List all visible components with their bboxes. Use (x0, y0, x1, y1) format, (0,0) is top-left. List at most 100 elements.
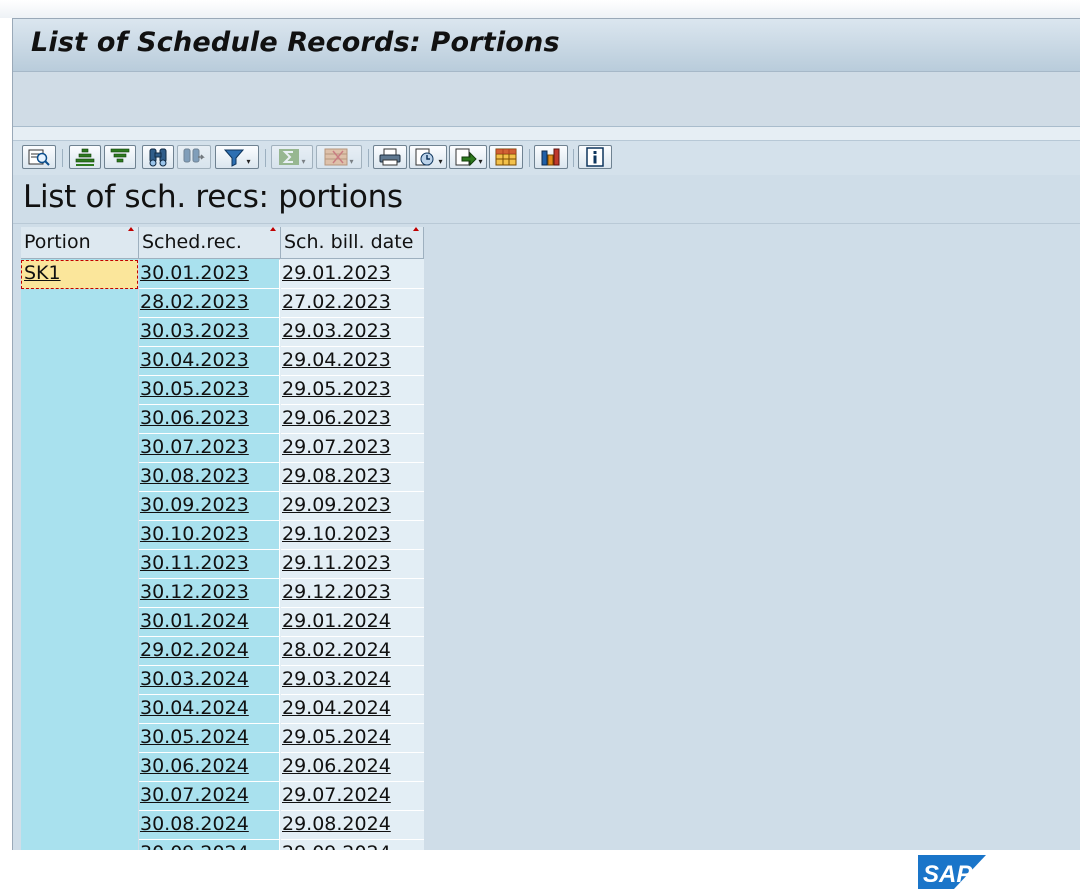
dropdown-arrow-icon: ▾ (301, 157, 306, 166)
information-icon (584, 147, 606, 167)
send-icon (453, 147, 478, 167)
sched-rec-cell[interactable]: 30.10.2023 (139, 521, 280, 550)
sort-descending-button[interactable] (104, 145, 136, 169)
information-button[interactable] (578, 145, 612, 169)
column-header-label: Portion (24, 231, 91, 253)
sched-rec-cell[interactable]: 30.06.2024 (139, 753, 280, 782)
application-toolbar (13, 72, 1080, 127)
column-header-sched-rec[interactable]: Sched.rec. (139, 227, 281, 259)
export-button[interactable]: ▾ (409, 145, 447, 169)
bill-date-cell[interactable]: 29.10.2023 (281, 521, 424, 550)
column-header-label: Sched.rec. (142, 231, 242, 253)
dropdown-arrow-icon: ▾ (246, 157, 251, 166)
column-header-portion[interactable]: Portion (21, 227, 139, 259)
sched-rec-cell[interactable]: 30.07.2023 (139, 434, 280, 463)
sched-rec-cell[interactable]: 30.06.2023 (139, 405, 280, 434)
sched-rec-cell[interactable]: 29.02.2024 (139, 637, 280, 666)
change-layout-button[interactable] (489, 145, 523, 169)
toolbar-separator (265, 149, 266, 167)
sched-rec-cell[interactable]: 30.04.2024 (139, 695, 280, 724)
column-header-row: Portion Sched.rec. Sch. bill. date (13, 223, 1080, 260)
print-preview-button[interactable] (373, 145, 407, 169)
find-next-button[interactable] (177, 145, 211, 169)
sched-rec-cell[interactable]: 30.12.2023 (139, 579, 280, 608)
bill-date-cell[interactable]: 29.07.2023 (281, 434, 424, 463)
details-icon (27, 147, 51, 167)
window-title: List of Schedule Records: Portions (31, 27, 560, 58)
dropdown-arrow-icon: ▾ (438, 157, 443, 166)
print-preview-icon (378, 147, 402, 167)
graphic-icon (539, 147, 563, 167)
column-header-bill-date[interactable]: Sch. bill. date (281, 227, 424, 259)
sched-rec-cell[interactable]: 30.07.2024 (139, 782, 280, 811)
bill-date-cell[interactable]: 29.03.2023 (281, 318, 424, 347)
sort-descending-icon (109, 147, 131, 167)
bill-date-cell[interactable]: 29.05.2023 (281, 376, 424, 405)
sort-indicator-icon (413, 227, 419, 231)
total-button[interactable]: ▾ (271, 145, 313, 169)
bill-date-cell[interactable]: 29.11.2023 (281, 550, 424, 579)
change-layout-icon (494, 147, 518, 167)
bill-date-cell[interactable]: 29.04.2023 (281, 347, 424, 376)
sched-rec-cell[interactable]: 30.03.2024 (139, 666, 280, 695)
bill-date-cell[interactable]: 29.09.2023 (281, 492, 424, 521)
bill-date-cell[interactable]: 29.12.2023 (281, 579, 424, 608)
toolbar-divider (13, 127, 1080, 140)
sched-rec-cell[interactable]: 30.05.2023 (139, 376, 280, 405)
portion-cell[interactable]: SK1 (21, 260, 138, 289)
sched-rec-cell[interactable]: 30.01.2024 (139, 608, 280, 637)
sched-rec-cell[interactable]: 30.04.2023 (139, 347, 280, 376)
bill-date-cell[interactable]: 29.08.2024 (281, 811, 424, 840)
bill-date-cell[interactable]: 29.06.2024 (281, 753, 424, 782)
toolbar-separator (62, 149, 63, 167)
details-button[interactable] (22, 145, 56, 169)
bill-date-cell[interactable]: 29.04.2024 (281, 695, 424, 724)
sched-rec-cell[interactable]: 30.08.2024 (139, 811, 280, 840)
sort-ascending-icon (74, 147, 96, 167)
sched-rec-cell[interactable]: 30.11.2023 (139, 550, 280, 579)
bill-date-cell[interactable]: 29.08.2023 (281, 463, 424, 492)
bill-date-cell[interactable]: 29.07.2024 (281, 782, 424, 811)
subtotal-icon (324, 147, 348, 167)
toolbar-separator (529, 149, 530, 167)
column-header-label: Sch. bill. date (284, 231, 414, 253)
sap-window: List of Schedule Records: Portions ▾ ▾ ▾… (12, 18, 1080, 851)
portion-column (21, 259, 138, 851)
title-bar: List of Schedule Records: Portions (13, 19, 1080, 72)
bill-date-cell[interactable]: 27.02.2023 (281, 289, 424, 318)
bill-date-cell[interactable]: 28.02.2024 (281, 637, 424, 666)
find-button[interactable] (142, 145, 174, 169)
export-icon (413, 147, 437, 167)
sort-indicator-icon (128, 227, 134, 231)
top-strip (0, 0, 1080, 18)
filter-button[interactable]: ▾ (215, 145, 259, 169)
sched-rec-cell[interactable]: 30.08.2023 (139, 463, 280, 492)
sched-rec-cell[interactable]: 30.03.2023 (139, 318, 280, 347)
find-next-icon (182, 147, 206, 167)
filter-icon (223, 147, 245, 167)
bill-date-cell[interactable]: 29.03.2024 (281, 666, 424, 695)
toolbar-separator (368, 149, 369, 167)
sched-rec-cell[interactable]: 30.05.2024 (139, 724, 280, 753)
svg-text:SAP: SAP (923, 861, 973, 888)
sap-logo: SAP (918, 855, 986, 893)
sched-rec-cell[interactable]: 28.02.2023 (139, 289, 280, 318)
bill-date-cell[interactable]: 29.06.2023 (281, 405, 424, 434)
bill-date-cell[interactable]: 29.05.2024 (281, 724, 424, 753)
list-title: List of sch. recs: portions (23, 179, 403, 215)
sort-indicator-icon (270, 227, 276, 231)
sched-rec-cell[interactable]: 30.09.2023 (139, 492, 280, 521)
toolbar-separator (573, 149, 574, 167)
send-button[interactable]: ▾ (449, 145, 487, 169)
sched-rec-cell[interactable]: 30.01.2023 (139, 260, 280, 289)
alv-toolbar: ▾ ▾ ▾ ▾ ▾ (13, 140, 1080, 175)
sort-ascending-button[interactable] (69, 145, 101, 169)
dropdown-arrow-icon: ▾ (349, 157, 354, 166)
dropdown-arrow-icon: ▾ (478, 157, 483, 166)
total-icon (278, 147, 300, 167)
bill-date-cell[interactable]: 29.01.2023 (281, 260, 424, 289)
subtotal-button[interactable]: ▾ (316, 145, 362, 169)
bill-date-cell[interactable]: 29.01.2024 (281, 608, 424, 637)
find-icon (147, 147, 169, 167)
graphic-button[interactable] (534, 145, 568, 169)
